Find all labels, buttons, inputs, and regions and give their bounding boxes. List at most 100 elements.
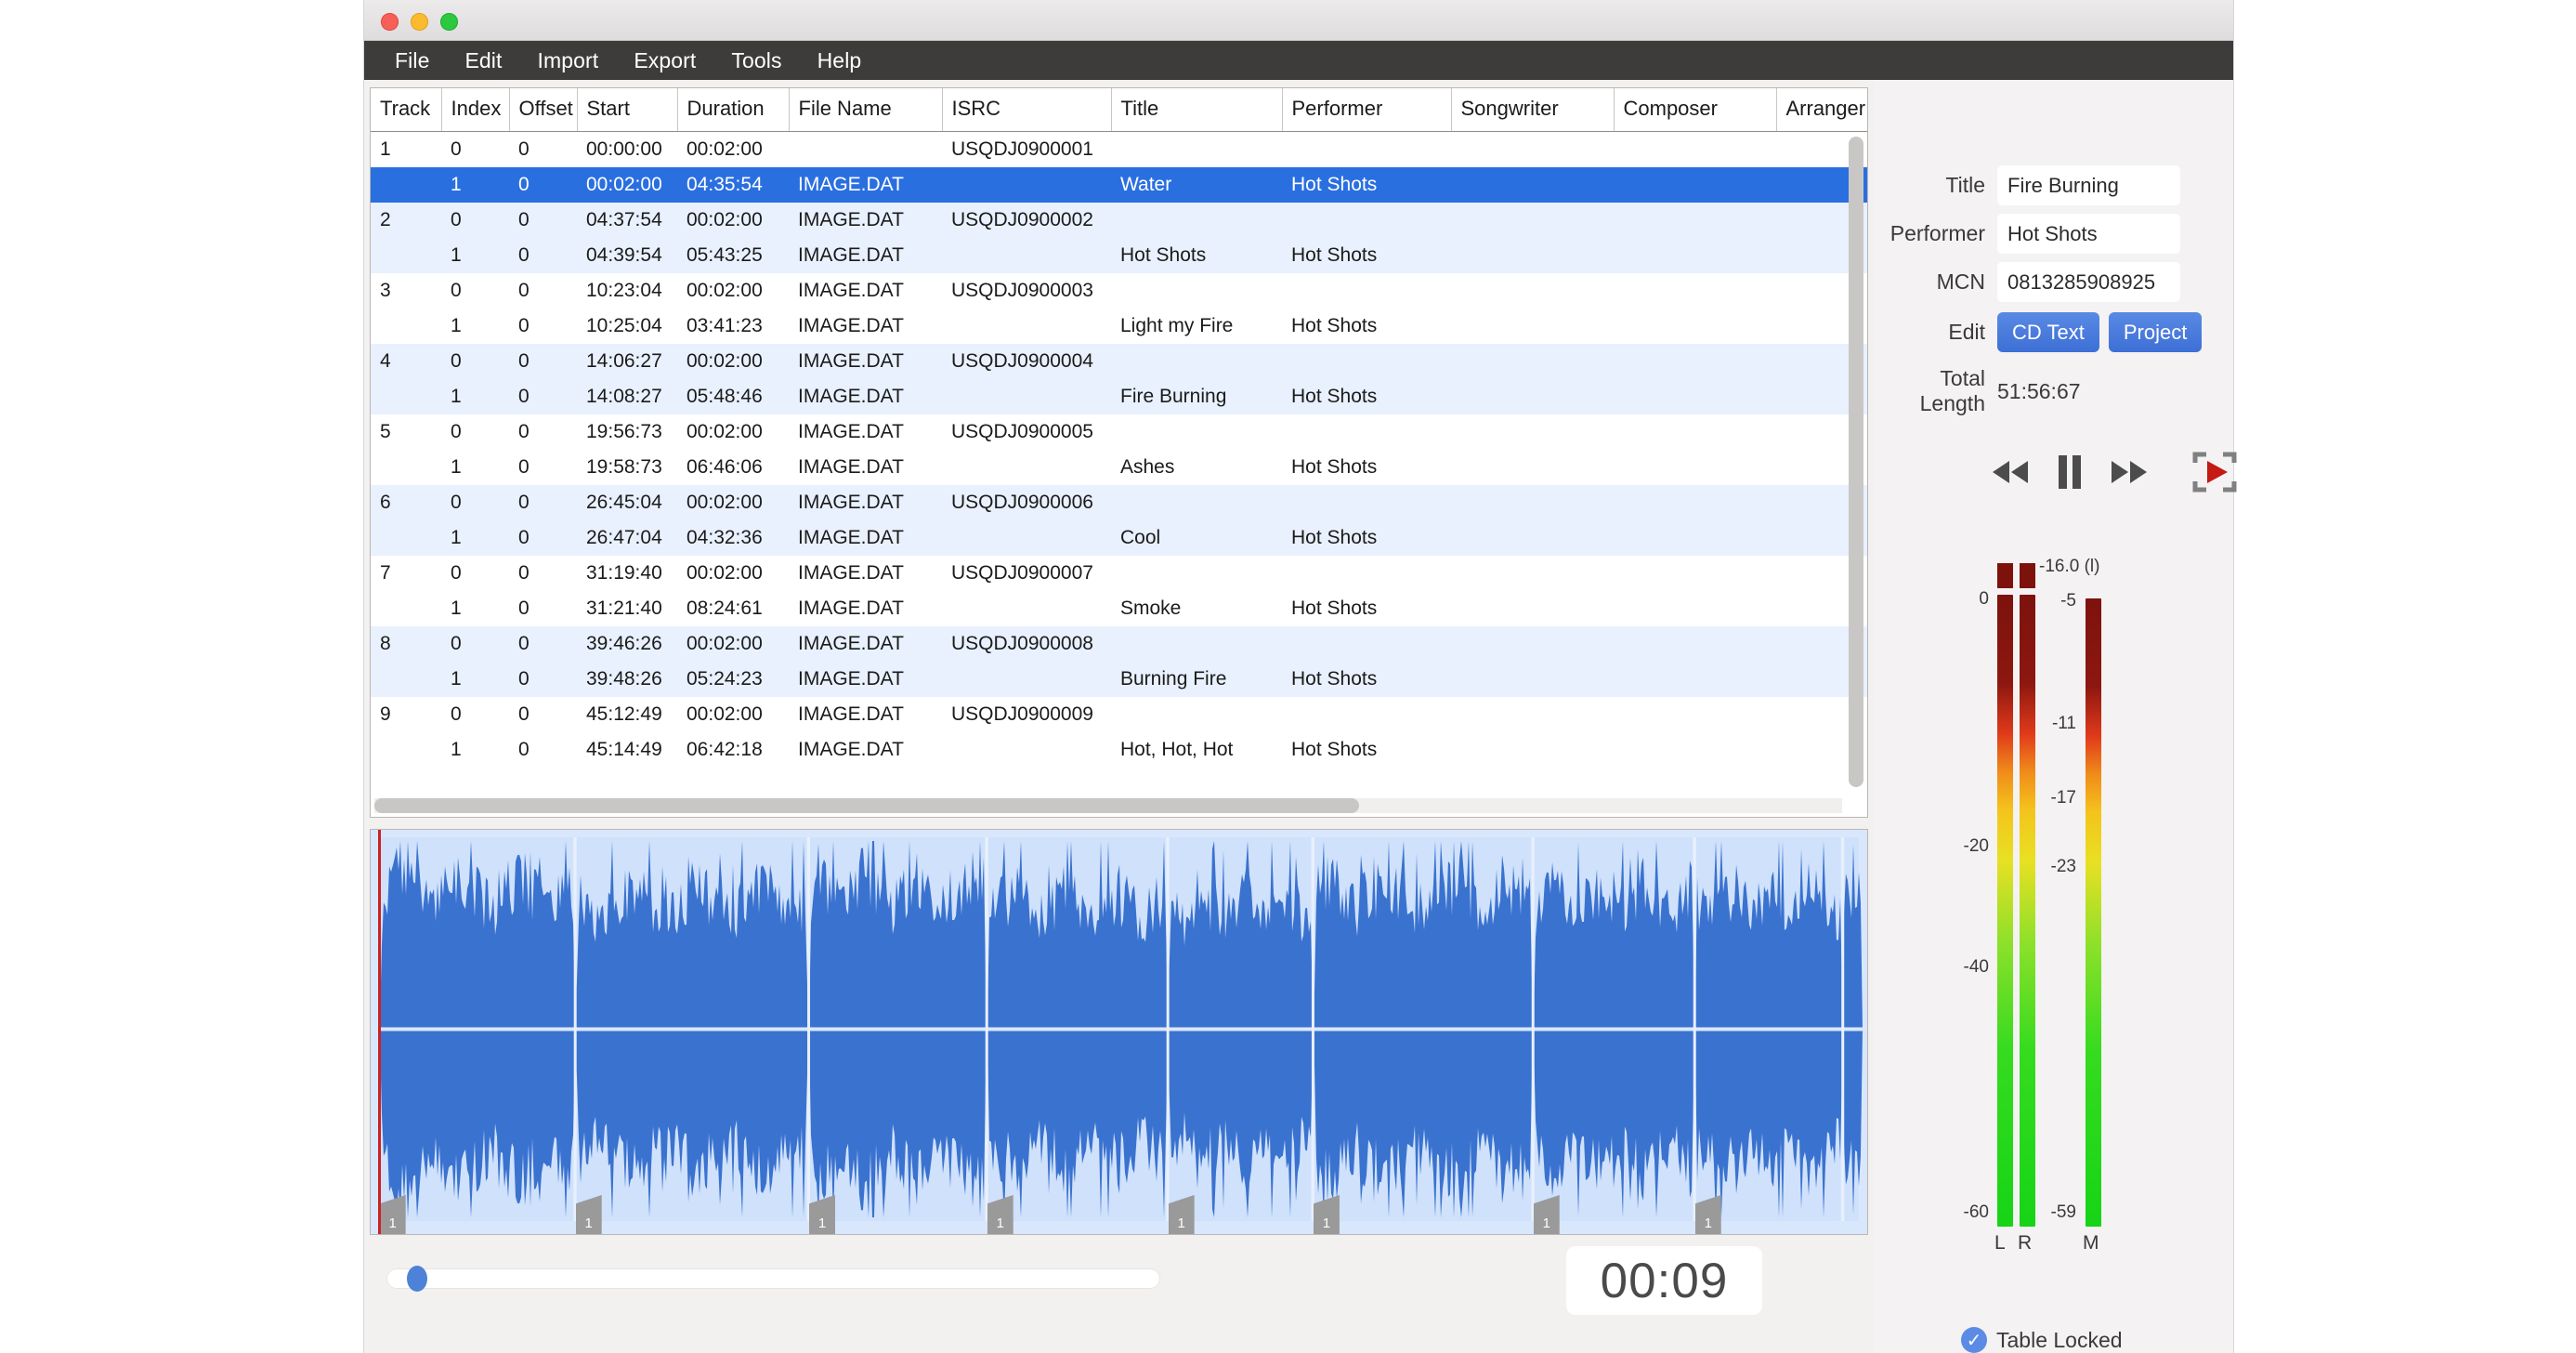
- cell-duration[interactable]: 05:48:46: [677, 378, 789, 414]
- table-row[interactable]: 1 0 0 00:00:00 00:02:00 USQDJ0900001: [371, 131, 1867, 167]
- cell-composer[interactable]: [1614, 555, 1776, 591]
- cell-file[interactable]: IMAGE.DAT: [789, 484, 942, 520]
- cell-songwriter[interactable]: [1451, 661, 1614, 697]
- table-row[interactable]: 1 0 26:47:04 04:32:36 IMAGE.DAT Cool Hot Shots: [371, 519, 1867, 556]
- cell-file[interactable]: IMAGE.DAT: [789, 166, 942, 203]
- cell-start[interactable]: 45:12:49: [577, 696, 677, 732]
- cell-isrc[interactable]: [942, 449, 1111, 485]
- table-row[interactable]: 1 0 19:58:73 06:46:06 IMAGE.DAT Ashes Hot Shot…: [371, 449, 1867, 485]
- cell-start[interactable]: 19:58:73: [577, 449, 677, 485]
- cell-track[interactable]: [371, 449, 441, 485]
- column-header-performer[interactable]: Performer: [1282, 88, 1452, 132]
- cell-title[interactable]: [1111, 625, 1282, 662]
- position-slider[interactable]: [386, 1266, 1160, 1292]
- column-header-arranger[interactable]: Arranger: [1776, 88, 1867, 132]
- cell-duration[interactable]: 00:02:00: [677, 272, 789, 309]
- cell-track[interactable]: [371, 237, 441, 273]
- cell-track[interactable]: 6: [371, 484, 441, 520]
- table-row[interactable]: 6 0 0 26:45:04 00:02:00 IMAGE.DAT USQDJ0900006: [371, 484, 1867, 520]
- cell-title[interactable]: [1111, 272, 1282, 309]
- cell-track[interactable]: [371, 590, 441, 626]
- column-header-duration[interactable]: Duration: [677, 88, 790, 132]
- pause-button[interactable]: [2055, 453, 2085, 491]
- cell-index[interactable]: 1: [441, 237, 509, 273]
- cell-isrc[interactable]: USQDJ0900007: [942, 555, 1111, 591]
- cell-file[interactable]: IMAGE.DAT: [789, 555, 942, 591]
- cell-composer[interactable]: [1614, 661, 1776, 697]
- table-row[interactable]: 8 0 0 39:46:26 00:02:00 IMAGE.DAT USQDJ0900008: [371, 625, 1867, 662]
- cell-index[interactable]: 0: [441, 202, 509, 238]
- cell-start[interactable]: 10:23:04: [577, 272, 677, 309]
- cell-track[interactable]: 8: [371, 625, 441, 662]
- cell-duration[interactable]: 00:02:00: [677, 484, 789, 520]
- cell-start[interactable]: 31:19:40: [577, 555, 677, 591]
- cell-track[interactable]: [371, 378, 441, 414]
- cell-songwriter[interactable]: [1451, 378, 1614, 414]
- cell-offset[interactable]: 0: [509, 590, 577, 626]
- cell-songwriter[interactable]: [1451, 519, 1614, 556]
- cell-offset[interactable]: 0: [509, 555, 577, 591]
- rewind-button[interactable]: [1990, 458, 2031, 486]
- cell-duration[interactable]: 04:35:54: [677, 166, 789, 203]
- mcn-input[interactable]: 0813285908925: [1997, 262, 2180, 302]
- cell-performer[interactable]: Hot Shots: [1282, 731, 1451, 768]
- fast-forward-button[interactable]: [2109, 458, 2150, 486]
- cell-file[interactable]: IMAGE.DAT: [789, 343, 942, 379]
- cell-file[interactable]: IMAGE.DAT: [789, 696, 942, 732]
- cell-track[interactable]: 7: [371, 555, 441, 591]
- cell-index[interactable]: 1: [441, 519, 509, 556]
- cell-title[interactable]: Burning Fire: [1111, 661, 1282, 697]
- cell-title[interactable]: [1111, 414, 1282, 450]
- cell-index[interactable]: 1: [441, 661, 509, 697]
- cell-composer[interactable]: [1614, 484, 1776, 520]
- cell-composer[interactable]: [1614, 449, 1776, 485]
- cell-isrc[interactable]: USQDJ0900008: [942, 625, 1111, 662]
- cell-duration[interactable]: 00:02:00: [677, 696, 789, 732]
- cell-performer[interactable]: [1282, 414, 1451, 450]
- cell-title[interactable]: [1111, 484, 1282, 520]
- table-vertical-scrollbar[interactable]: [1849, 137, 1863, 787]
- cell-track[interactable]: [371, 731, 441, 768]
- cell-file[interactable]: IMAGE.DAT: [789, 449, 942, 485]
- menu-item-export[interactable]: Export: [616, 45, 713, 77]
- cell-songwriter[interactable]: [1451, 166, 1614, 203]
- cell-title[interactable]: [1111, 131, 1282, 167]
- cell-start[interactable]: 04:37:54: [577, 202, 677, 238]
- cell-start[interactable]: 26:47:04: [577, 519, 677, 556]
- cell-composer[interactable]: [1614, 131, 1776, 167]
- cell-file[interactable]: IMAGE.DAT: [789, 237, 942, 273]
- cell-track[interactable]: [371, 519, 441, 556]
- cell-title[interactable]: Smoke: [1111, 590, 1282, 626]
- cell-start[interactable]: 26:45:04: [577, 484, 677, 520]
- column-header-file-name[interactable]: File Name: [789, 88, 943, 132]
- cell-isrc[interactable]: USQDJ0900001: [942, 131, 1111, 167]
- cell-isrc[interactable]: [942, 590, 1111, 626]
- cell-isrc[interactable]: [942, 519, 1111, 556]
- cell-title[interactable]: Water: [1111, 166, 1282, 203]
- cell-isrc[interactable]: USQDJ0900003: [942, 272, 1111, 309]
- cell-composer[interactable]: [1614, 696, 1776, 732]
- table-locked-row[interactable]: ✓ Table Locked: [1961, 1327, 2123, 1353]
- cell-offset[interactable]: 0: [509, 131, 577, 167]
- column-header-songwriter[interactable]: Songwriter: [1451, 88, 1615, 132]
- waveform-canvas[interactable]: [371, 830, 1867, 1234]
- cell-title[interactable]: Light my Fire: [1111, 308, 1282, 344]
- cell-title[interactable]: Fire Burning: [1111, 378, 1282, 414]
- project-button[interactable]: Project: [2108, 312, 2203, 352]
- cell-offset[interactable]: 0: [509, 625, 577, 662]
- cell-start[interactable]: 39:48:26: [577, 661, 677, 697]
- cell-file[interactable]: IMAGE.DAT: [789, 272, 942, 309]
- cell-title[interactable]: Cool: [1111, 519, 1282, 556]
- cell-index[interactable]: 1: [441, 308, 509, 344]
- cell-performer[interactable]: Hot Shots: [1282, 166, 1451, 203]
- table-row[interactable]: 1 0 00:02:00 04:35:54 IMAGE.DAT Water Hot Shot…: [371, 166, 1867, 203]
- cell-songwriter[interactable]: [1451, 237, 1614, 273]
- cell-duration[interactable]: 05:24:23: [677, 661, 789, 697]
- cell-track[interactable]: 1: [371, 131, 441, 167]
- cell-isrc[interactable]: USQDJ0900005: [942, 414, 1111, 450]
- cell-performer[interactable]: Hot Shots: [1282, 308, 1451, 344]
- cell-index[interactable]: 0: [441, 696, 509, 732]
- menu-item-edit[interactable]: Edit: [447, 45, 519, 77]
- cell-file[interactable]: IMAGE.DAT: [789, 308, 942, 344]
- table-row[interactable]: 1 0 14:08:27 05:48:46 IMAGE.DAT Fire Burning H…: [371, 378, 1867, 414]
